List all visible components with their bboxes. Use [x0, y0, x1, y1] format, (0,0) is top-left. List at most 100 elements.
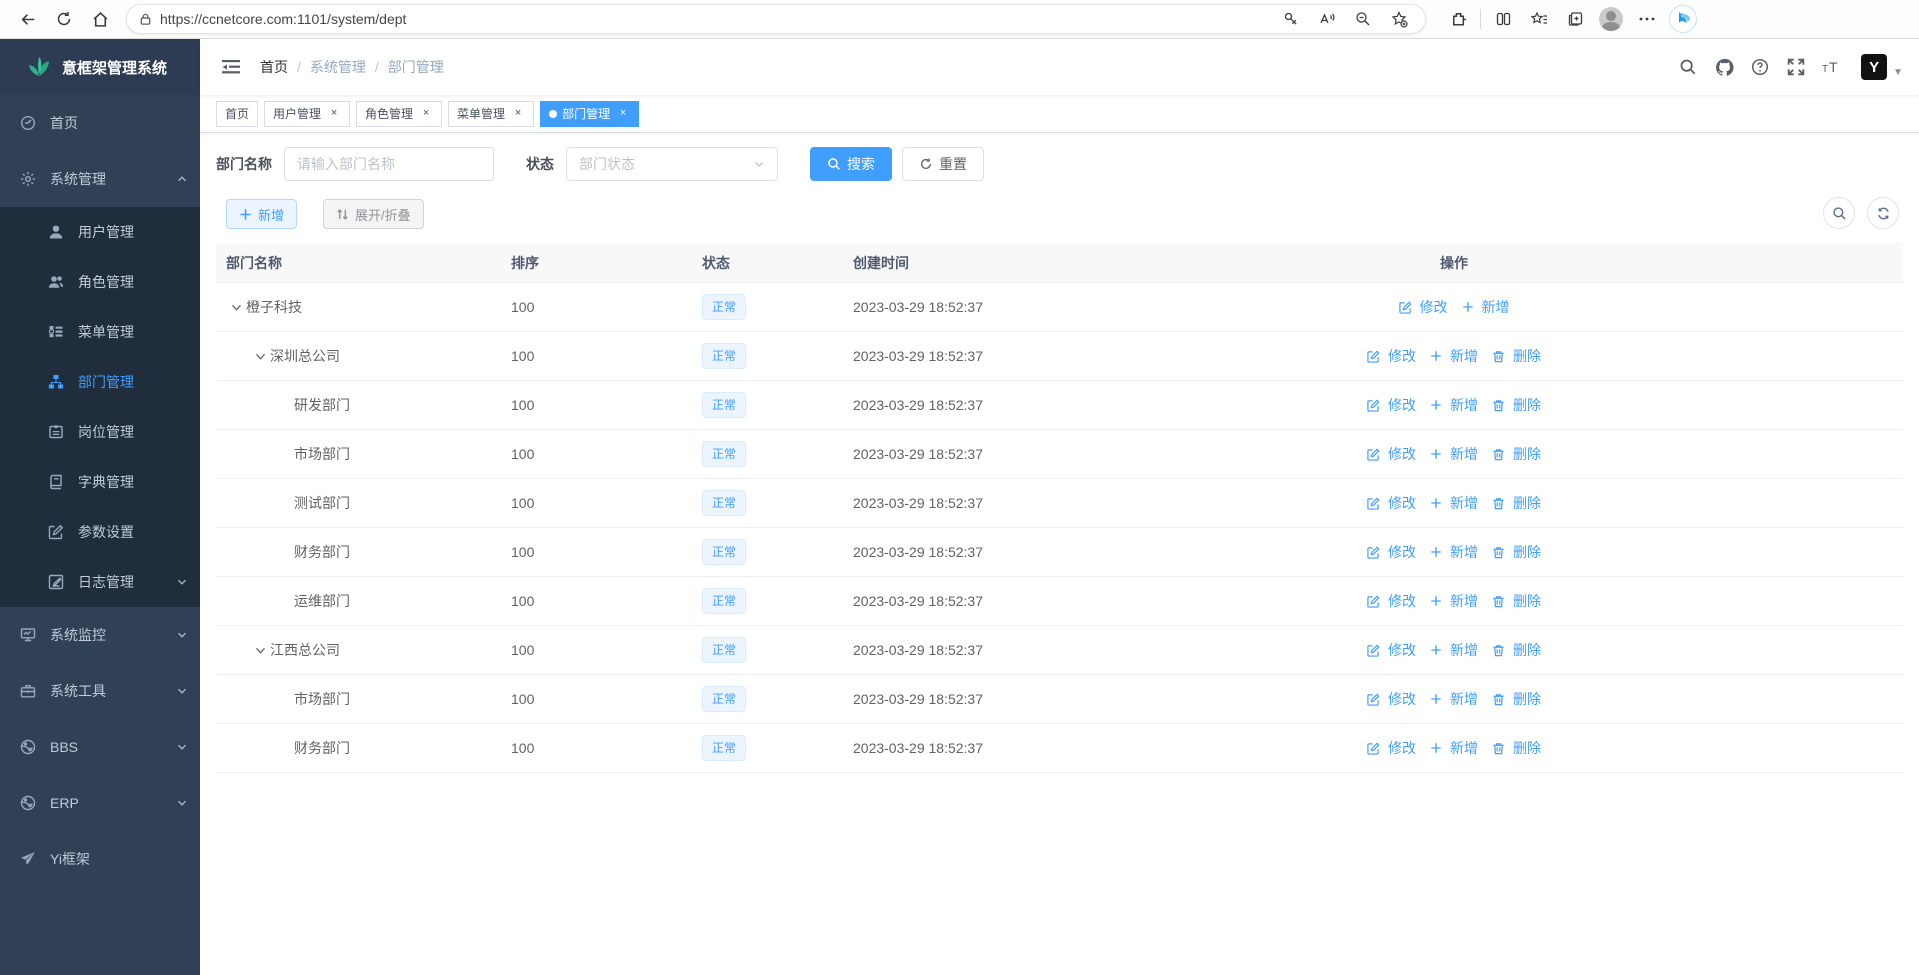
read-aloud-icon[interactable]: [1312, 4, 1342, 34]
url-bar[interactable]: https://ccnetcore.com:1101/system/dept: [126, 4, 1426, 34]
edit-link[interactable]: 修改: [1367, 395, 1416, 415]
user-logo[interactable]: Y: [1861, 54, 1887, 80]
sidebar-collapse-icon[interactable]: [216, 52, 246, 82]
github-icon[interactable]: [1709, 52, 1739, 82]
zoom-out-icon[interactable]: [1348, 4, 1378, 34]
table-search-toggle-icon[interactable]: [1823, 197, 1855, 229]
fullscreen-icon[interactable]: [1781, 52, 1811, 82]
caret-down-icon[interactable]: ▼: [1893, 67, 1903, 78]
sidebar-item-BBS[interactable]: BBS: [0, 719, 200, 775]
sidebar-item-岗位管理[interactable]: 岗位管理: [0, 407, 200, 457]
split-screen-icon[interactable]: [1488, 4, 1518, 34]
key-icon[interactable]: [1276, 4, 1306, 34]
add-link[interactable]: 新增: [1430, 591, 1478, 611]
delete-link[interactable]: 删除: [1492, 738, 1541, 758]
delete-link[interactable]: 删除: [1492, 395, 1541, 415]
edit-link[interactable]: 修改: [1399, 297, 1448, 317]
add-link[interactable]: 新增: [1430, 346, 1478, 366]
close-icon[interactable]: ×: [616, 107, 630, 121]
edit-icon: [48, 524, 64, 540]
reset-button[interactable]: 重置: [902, 147, 984, 181]
delete-link[interactable]: 删除: [1492, 346, 1541, 366]
table-refresh-icon[interactable]: [1867, 197, 1899, 229]
expand-caret-icon[interactable]: [250, 346, 270, 366]
add-link[interactable]: 新增: [1430, 444, 1478, 464]
url-text[interactable]: https://ccnetcore.com:1101/system/dept: [160, 11, 1273, 27]
edit-link[interactable]: 修改: [1367, 640, 1416, 660]
tab-用户管理[interactable]: 用户管理×: [264, 101, 350, 127]
breadcrumb-item[interactable]: 首页: [260, 57, 288, 77]
home-icon[interactable]: [85, 4, 115, 34]
dept-name-cell: 市场部门: [216, 689, 501, 709]
add-button[interactable]: 新增: [226, 199, 297, 229]
close-icon[interactable]: ×: [327, 107, 341, 121]
page-content: 部门名称 状态 部门状态 搜索: [200, 133, 1919, 975]
search-button[interactable]: 搜索: [810, 147, 892, 181]
add-link[interactable]: 新增: [1430, 395, 1478, 415]
delete-link[interactable]: 删除: [1492, 542, 1541, 562]
add-link[interactable]: 新增: [1430, 542, 1478, 562]
profile-avatar[interactable]: [1596, 4, 1626, 34]
delete-link[interactable]: 删除: [1492, 493, 1541, 513]
close-icon[interactable]: ×: [511, 107, 525, 121]
lock-icon[interactable]: [139, 12, 152, 26]
sidebar-item-角色管理[interactable]: 角色管理: [0, 257, 200, 307]
add-link[interactable]: 新增: [1430, 689, 1478, 709]
sidebar-item-系统监控[interactable]: 系统监控: [0, 607, 200, 663]
expand-collapse-button[interactable]: 展开/折叠: [323, 199, 424, 229]
edit-link[interactable]: 修改: [1367, 493, 1416, 513]
more-menu-icon[interactable]: [1632, 4, 1662, 34]
sidebar-item-菜单管理[interactable]: 菜单管理: [0, 307, 200, 357]
edit-link[interactable]: 修改: [1367, 346, 1416, 366]
add-link[interactable]: 新增: [1430, 640, 1478, 660]
delete-link[interactable]: 删除: [1492, 689, 1541, 709]
sidebar-item-日志管理[interactable]: 日志管理: [0, 557, 200, 607]
extensions-icon[interactable]: [1443, 4, 1473, 34]
add-link[interactable]: 新增: [1430, 493, 1478, 513]
expand-caret-icon[interactable]: [250, 640, 270, 660]
app-logo[interactable]: 意框架管理系统: [0, 39, 200, 95]
refresh-icon[interactable]: [49, 4, 79, 34]
add-link[interactable]: 新增: [1430, 738, 1478, 758]
add-link[interactable]: 新增: [1462, 297, 1510, 317]
sidebar-item-系统工具[interactable]: 系统工具: [0, 663, 200, 719]
sidebar-item-部门管理[interactable]: 部门管理: [0, 357, 200, 407]
sidebar-item-ERP[interactable]: ERP: [0, 775, 200, 831]
edit-link[interactable]: 修改: [1367, 444, 1416, 464]
created-time: 2023-03-29 18:52:37: [853, 348, 983, 364]
column-header-label: 操作: [1347, 253, 1561, 273]
delete-link[interactable]: 删除: [1492, 640, 1541, 660]
tab-部门管理[interactable]: 部门管理×: [540, 101, 639, 127]
tab-首页[interactable]: 首页: [216, 101, 258, 127]
sidebar-item-参数设置[interactable]: 参数设置: [0, 507, 200, 557]
search-icon[interactable]: [1673, 52, 1703, 82]
edit-link[interactable]: 修改: [1367, 738, 1416, 758]
favorites-bar-icon[interactable]: [1524, 4, 1554, 34]
sidebar-item-首页[interactable]: 首页: [0, 95, 200, 151]
edit-link[interactable]: 修改: [1367, 591, 1416, 611]
sidebar-item-用户管理[interactable]: 用户管理: [0, 207, 200, 257]
delete-link[interactable]: 删除: [1492, 444, 1541, 464]
sidebar-item-字典管理[interactable]: 字典管理: [0, 457, 200, 507]
status-select[interactable]: 部门状态: [566, 147, 778, 181]
sidebar-item-系统管理[interactable]: 系统管理: [0, 151, 200, 207]
tab-菜单管理[interactable]: 菜单管理×: [448, 101, 534, 127]
dept-name-input[interactable]: [297, 156, 481, 172]
close-icon[interactable]: ×: [419, 107, 433, 121]
chevron-up-icon: [176, 173, 188, 185]
edit-link[interactable]: 修改: [1367, 542, 1416, 562]
expand-caret-icon[interactable]: [226, 297, 246, 317]
org-tree-icon: [48, 374, 64, 390]
back-icon[interactable]: [13, 4, 43, 34]
font-size-icon[interactable]: TT: [1817, 52, 1847, 82]
edit-link[interactable]: 修改: [1367, 689, 1416, 709]
tab-角色管理[interactable]: 角色管理×: [356, 101, 442, 127]
help-icon[interactable]: [1745, 52, 1775, 82]
delete-link[interactable]: 删除: [1492, 591, 1541, 611]
bing-chat-icon[interactable]: [1668, 4, 1698, 34]
topbar-actions: TT Y ▼: [1667, 52, 1903, 82]
sidebar-item-Yi框架[interactable]: Yi框架: [0, 831, 200, 887]
collections-icon[interactable]: [1560, 4, 1590, 34]
op-edit-icon: [1367, 350, 1384, 363]
add-favorite-icon[interactable]: [1384, 4, 1414, 34]
